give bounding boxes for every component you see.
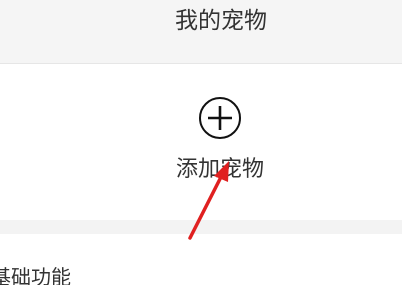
- basic-functions-title: 基础功能: [0, 265, 71, 285]
- page-title: 我的宠物: [175, 8, 267, 34]
- plus-circle-icon: [199, 97, 241, 139]
- my-pets-screen: 我的宠物 添加宠物 基础功能: [0, 0, 402, 285]
- section-divider: [0, 220, 402, 234]
- page-header: 我的宠物: [0, 0, 402, 64]
- add-pet-label: 添加宠物: [175, 157, 264, 182]
- add-pet-button[interactable]: 添加宠物: [120, 90, 320, 200]
